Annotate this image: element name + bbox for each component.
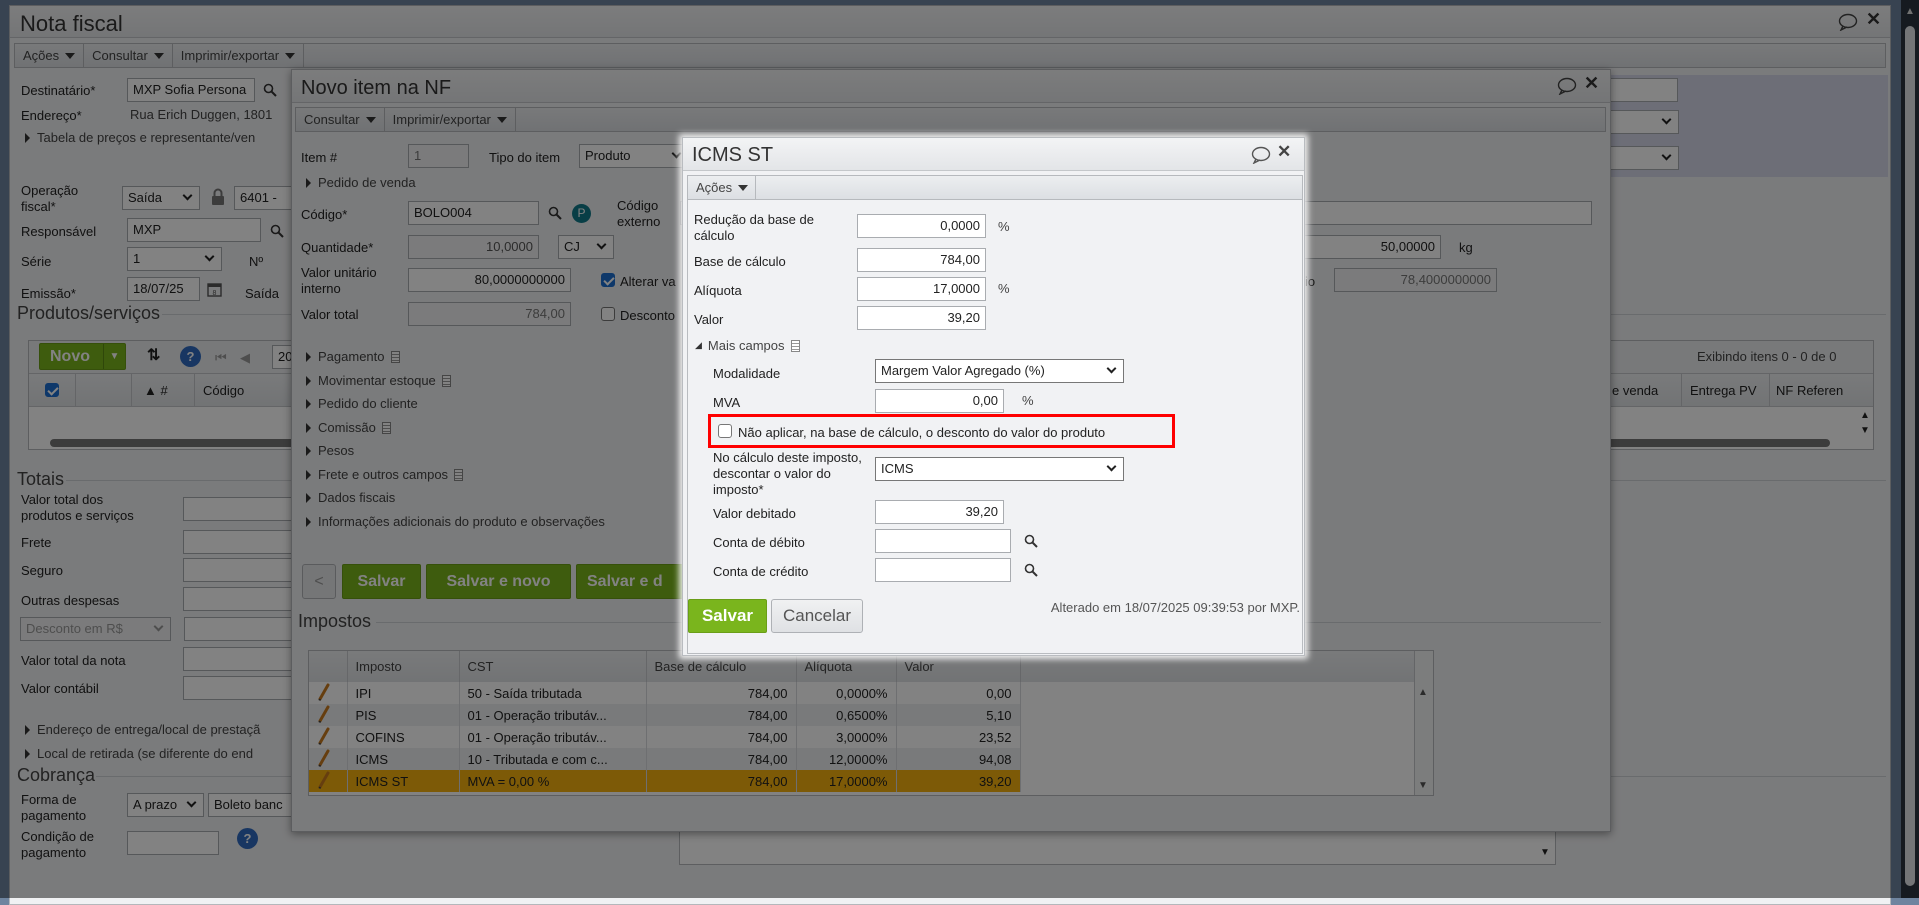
dialog-title: ICMS ST: [692, 144, 774, 166]
select-value: ICMS: [881, 461, 914, 476]
select-value: Margem Valor Agregado (%): [881, 363, 1045, 378]
percent-unit: %: [998, 219, 1010, 234]
close-icon[interactable]: ✕: [1277, 143, 1291, 160]
valor-debitado-label: Valor debitado: [713, 506, 796, 521]
conta-credito-label: Conta de crédito: [713, 564, 809, 579]
button-label: Salvar: [701, 606, 754, 625]
cancelar-button[interactable]: Cancelar: [771, 599, 863, 633]
modalidade-label: Modalidade: [713, 366, 781, 381]
mais-campos-toggle[interactable]: ◢ Mais campos: [695, 338, 800, 353]
descontar-imposto-label: No cálculo deste imposto, descontar o va…: [713, 450, 862, 497]
aliquota-input[interactable]: 17,0000: [857, 277, 986, 301]
mva-label: MVA: [713, 395, 741, 410]
comment-icon[interactable]: [1251, 146, 1271, 164]
section-label: Mais campos: [707, 338, 785, 353]
chevron-down-icon: [1106, 363, 1117, 374]
button-label: Cancelar: [782, 606, 852, 625]
menu-label: Ações: [696, 180, 733, 195]
nao-aplicar-desconto-label[interactable]: Não aplicar, na base de cálculo, o desco…: [738, 425, 1105, 441]
aliquota-label: Alíquota: [694, 283, 742, 298]
search-icon[interactable]: [1024, 534, 1038, 548]
caret-down-icon: [738, 184, 749, 191]
mva-input[interactable]: 0,00: [875, 389, 1004, 413]
base-label: Base de cálculo: [694, 254, 786, 269]
search-icon[interactable]: [1024, 563, 1038, 577]
conta-debito-input[interactable]: [875, 529, 1011, 553]
title-bar: [683, 138, 1304, 171]
descontar-imposto-select[interactable]: ICMS: [875, 457, 1124, 481]
percent-unit: %: [998, 281, 1010, 296]
nao-aplicar-desconto-checkbox[interactable]: [718, 424, 732, 438]
valor-input[interactable]: 39,20: [857, 306, 986, 330]
conta-debito-label: Conta de débito: [713, 535, 805, 550]
conta-credito-input[interactable]: [875, 558, 1011, 582]
valor-debitado-input[interactable]: 39,20: [875, 500, 1004, 524]
icms-st-dialog: ICMS ST ✕ Ações Redução da base de cálcu…: [682, 137, 1305, 656]
percent-unit: %: [1022, 393, 1034, 408]
valor-label: Valor: [694, 312, 724, 327]
reducao-input[interactable]: 0,0000: [857, 214, 986, 238]
modalidade-select[interactable]: Margem Valor Agregado (%): [875, 359, 1124, 383]
collapse-icon: ◢: [695, 340, 702, 350]
base-input[interactable]: 784,00: [857, 248, 986, 272]
menu-acoes[interactable]: Ações: [688, 176, 756, 199]
salvar-button[interactable]: Salvar: [688, 599, 767, 633]
reducao-label: Redução da base de cálculo: [694, 212, 814, 243]
chevron-down-icon: [1106, 461, 1117, 472]
last-modified-text: Alterado em 18/07/2025 09:39:53 por MXP.: [1050, 600, 1300, 615]
document-icon: [790, 339, 800, 352]
dialog-toolbar: Ações: [687, 175, 1303, 200]
